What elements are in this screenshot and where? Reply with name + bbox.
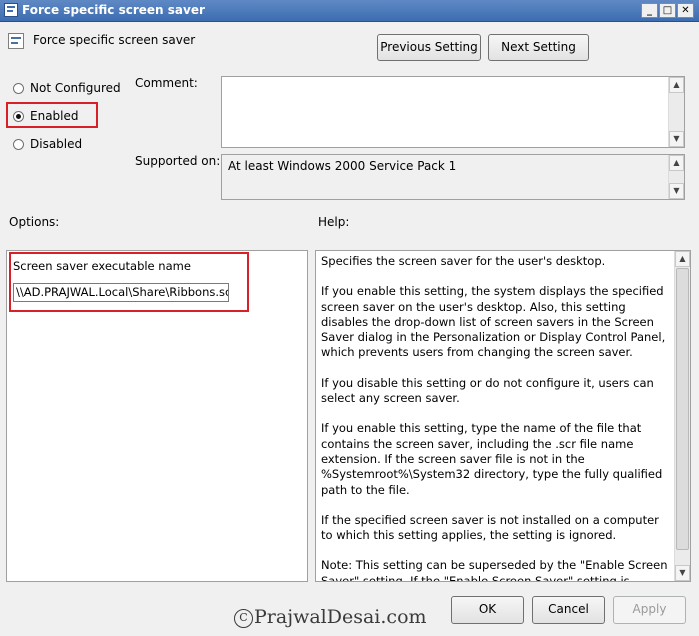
comment-textarea[interactable]: ▲ ▼ — [221, 76, 685, 148]
help-panel: Specifies the screen saver for the user'… — [315, 250, 691, 582]
previous-setting-button[interactable]: Previous Setting — [377, 34, 481, 61]
options-highlight-box — [9, 252, 249, 312]
radio-not-configured-dot[interactable] — [13, 83, 24, 94]
supported-on-value: At least Windows 2000 Service Pack 1 — [228, 159, 457, 173]
radio-disabled-dot[interactable] — [13, 139, 24, 150]
radio-not-configured-label: Not Configured — [30, 81, 121, 95]
close-button[interactable]: ✕ — [677, 3, 694, 18]
scroll-up-icon[interactable]: ▲ — [669, 155, 684, 171]
scroll-down-icon[interactable]: ▼ — [675, 565, 690, 581]
help-paragraph: If you disable this setting or do not co… — [321, 375, 654, 406]
scroll-down-icon[interactable]: ▼ — [669, 131, 684, 147]
radio-disabled-label: Disabled — [30, 137, 83, 151]
ok-button[interactable]: OK — [451, 596, 524, 624]
help-scrollbar[interactable]: ▲ ▼ — [674, 251, 690, 581]
help-label: Help: — [318, 215, 350, 229]
scroll-up-icon[interactable]: ▲ — [669, 77, 684, 93]
comment-scrollbar[interactable]: ▲ ▼ — [668, 77, 684, 147]
help-scroll-thumb[interactable] — [676, 268, 689, 550]
maximize-button[interactable]: □ — [659, 3, 676, 18]
policy-name: Force specific screen saver — [33, 33, 196, 47]
copyright-icon: C — [234, 609, 253, 628]
help-paragraph: If the specified screen saver is not ins… — [321, 512, 659, 543]
help-paragraph: Specifies the screen saver for the user'… — [321, 254, 606, 268]
help-paragraph: If you enable this setting, type the nam… — [321, 421, 663, 497]
supported-scrollbar[interactable]: ▲ ▼ — [668, 155, 684, 199]
help-paragraph: If you enable this setting, the system d… — [321, 284, 666, 360]
policy-setting-icon — [8, 33, 24, 49]
scroll-down-icon[interactable]: ▼ — [669, 183, 684, 199]
help-paragraph: Note: This setting can be superseded by … — [321, 558, 668, 582]
window-title: Force specific screen saver — [22, 3, 205, 17]
apply-button[interactable]: Apply — [613, 596, 686, 624]
supported-on-label: Supported on: — [135, 154, 221, 168]
help-text: Specifies the screen saver for the user'… — [321, 254, 671, 582]
cancel-button[interactable]: Cancel — [532, 596, 605, 624]
scroll-up-icon[interactable]: ▲ — [675, 251, 690, 267]
enabled-highlight-box — [6, 102, 98, 128]
options-label: Options: — [9, 215, 60, 229]
next-setting-button[interactable]: Next Setting — [488, 34, 589, 61]
supported-on-field: At least Windows 2000 Service Pack 1 ▲ ▼ — [221, 154, 685, 200]
comment-label: Comment: — [135, 76, 198, 90]
watermark: C PrajwalDesai.com — [234, 606, 427, 628]
title-bar[interactable]: Force specific screen saver _ □ ✕ — [0, 0, 699, 22]
policy-app-icon — [4, 3, 18, 17]
watermark-text: PrajwalDesai.com — [254, 606, 427, 628]
minimize-button[interactable]: _ — [641, 3, 658, 18]
